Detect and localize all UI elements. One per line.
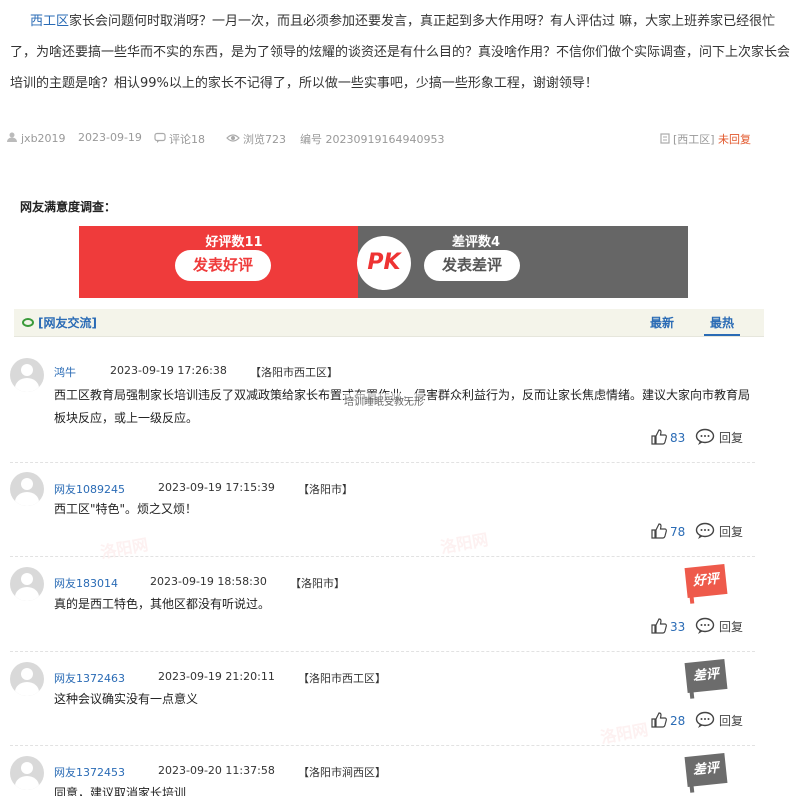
thumbs-up-icon[interactable] bbox=[650, 617, 668, 635]
avatar[interactable] bbox=[10, 567, 44, 601]
avatar[interactable] bbox=[10, 662, 44, 696]
comment-time: 2023-09-19 21:20:11 bbox=[158, 670, 275, 683]
comment-actions: 28 回复 bbox=[650, 711, 743, 731]
comment-time: 2023-09-19 18:58:30 bbox=[150, 575, 267, 588]
comment-text: 真的是西工特色，其他区都没有听说过。 bbox=[54, 597, 271, 611]
discussion-title: [网友交流] bbox=[22, 314, 97, 331]
reply-label: 回复 bbox=[718, 431, 743, 445]
comment-text: 西工区"特色"。烦之又烦！ bbox=[54, 502, 198, 516]
bad-review-badge: 差评 bbox=[684, 658, 728, 694]
view-count: 浏览723 bbox=[226, 131, 286, 147]
author-block[interactable]: jxb2019 bbox=[6, 131, 66, 145]
comment-divider bbox=[10, 745, 755, 746]
reply-button[interactable]: 回复 bbox=[695, 428, 743, 445]
comment-actions: 78 回复 bbox=[650, 522, 743, 542]
comment-location: 【洛阳市西工区】 bbox=[298, 672, 386, 685]
like-count: 28 bbox=[670, 714, 686, 728]
comment-time: 2023-09-20 11:37:58 bbox=[158, 764, 275, 777]
comment-icon bbox=[154, 132, 166, 143]
comment-user[interactable]: 鸿牛 bbox=[54, 364, 76, 380]
avatar[interactable] bbox=[10, 472, 44, 506]
watermark: 洛阳网 bbox=[438, 529, 490, 558]
good-review-panel: 好评数11 发表好评 bbox=[79, 226, 379, 298]
eye-icon bbox=[226, 134, 240, 142]
like-count: 83 bbox=[670, 431, 686, 445]
reply-label: 回复 bbox=[718, 525, 743, 539]
view-count-label: 浏览723 bbox=[243, 133, 286, 146]
pk-badge: PK bbox=[357, 236, 411, 290]
reply-status: 未回复 bbox=[718, 133, 751, 146]
comment-divider bbox=[10, 651, 755, 652]
avatar[interactable] bbox=[10, 358, 44, 392]
reply-button[interactable]: 回复 bbox=[695, 522, 743, 539]
post-content: 家长会问题何时取消呀？一月一次，而且必须参加还要发言，真正起到多大作用呀？有人评… bbox=[10, 14, 791, 91]
discussion-header: [网友交流] 最新 最热 bbox=[14, 309, 764, 337]
author-name: jxb2019 bbox=[21, 132, 66, 145]
post-good-review-button[interactable]: 发表好评 bbox=[175, 250, 271, 281]
post-date: 2023-09-19 bbox=[78, 131, 142, 144]
post-location-link[interactable]: 西工区 bbox=[30, 14, 69, 29]
good-review-badge: 好评 bbox=[684, 563, 728, 599]
comment-time: 2023-09-19 17:15:39 bbox=[158, 481, 275, 494]
comment-actions: 83 回复 bbox=[650, 428, 743, 448]
comment-location: 【洛阳市涧西区】 bbox=[298, 766, 386, 779]
comment-location: 【洛阳市】 bbox=[290, 577, 345, 590]
tab-hottest[interactable]: 最热 bbox=[703, 314, 741, 336]
discussion-title-label: [网友交流] bbox=[38, 316, 97, 330]
district-tag[interactable]: [西工区] bbox=[660, 131, 715, 147]
comment-time: 2023-09-19 17:26:38 bbox=[110, 364, 227, 377]
tab-newest[interactable]: 最新 bbox=[650, 314, 674, 331]
district-label: [西工区] bbox=[673, 133, 715, 146]
post-bad-review-button[interactable]: 发表差评 bbox=[424, 250, 520, 281]
user-icon bbox=[7, 132, 17, 142]
comment-text: 这种会议确实没有一点意义 bbox=[54, 692, 199, 706]
comment-user[interactable]: 网友1372453 bbox=[54, 764, 125, 780]
bad-review-badge: 差评 bbox=[684, 752, 728, 788]
discussion-icon bbox=[22, 318, 34, 327]
reply-label: 回复 bbox=[718, 714, 743, 728]
reply-button[interactable]: 回复 bbox=[695, 711, 743, 728]
watermark: 洛阳网 bbox=[98, 534, 150, 563]
watermark: 洛阳网 bbox=[598, 719, 650, 748]
like-count: 33 bbox=[670, 620, 686, 634]
building-icon bbox=[660, 133, 670, 144]
chat-bubble-icon bbox=[695, 617, 715, 634]
post-text: 西工区家长会问题何时取消呀？一月一次，而且必须参加还要发言，真正起到多大作用呀？… bbox=[10, 6, 790, 99]
good-count: 好评数11 bbox=[205, 235, 263, 250]
chat-bubble-icon bbox=[695, 522, 715, 539]
comment-divider bbox=[10, 556, 755, 557]
comment-count-label: 评论18 bbox=[169, 133, 205, 146]
chat-bubble-icon bbox=[695, 711, 715, 728]
reply-label: 回复 bbox=[718, 620, 743, 634]
thumbs-up-icon[interactable] bbox=[650, 522, 668, 540]
satisfaction-title: 网友满意度调查： bbox=[20, 200, 117, 214]
comment-actions: 33 回复 bbox=[650, 617, 743, 637]
avatar[interactable] bbox=[10, 756, 44, 790]
like-count: 78 bbox=[670, 525, 686, 539]
bad-count: 差评数4 bbox=[451, 235, 501, 250]
post-meta: jxb2019 2023-09-19 评论18 浏览723 编号 2023091… bbox=[6, 131, 786, 147]
thumbs-up-icon[interactable] bbox=[650, 711, 668, 729]
pk-panel: 好评数11 发表好评 差评数4 发表差评 PK bbox=[79, 226, 688, 298]
comment-user[interactable]: 网友1372463 bbox=[54, 670, 125, 686]
comment-user[interactable]: 网友1089245 bbox=[54, 481, 125, 497]
comment-divider bbox=[10, 462, 755, 463]
comment-count[interactable]: 评论18 bbox=[154, 131, 205, 147]
comment-location: 【洛阳市】 bbox=[298, 483, 353, 496]
reply-button[interactable]: 回复 bbox=[695, 617, 743, 634]
serial-number: 编号 20230919164940953 bbox=[300, 133, 445, 146]
overlay-caption: 培训睡眠受教无形 bbox=[344, 393, 424, 408]
comment-text: 同意，建议取消家长培训 bbox=[54, 786, 187, 796]
comment-location: 【洛阳市西工区】 bbox=[250, 366, 338, 379]
comment-user[interactable]: 网友183014 bbox=[54, 575, 118, 591]
chat-bubble-icon bbox=[695, 428, 715, 445]
thumbs-up-icon[interactable] bbox=[650, 428, 668, 446]
